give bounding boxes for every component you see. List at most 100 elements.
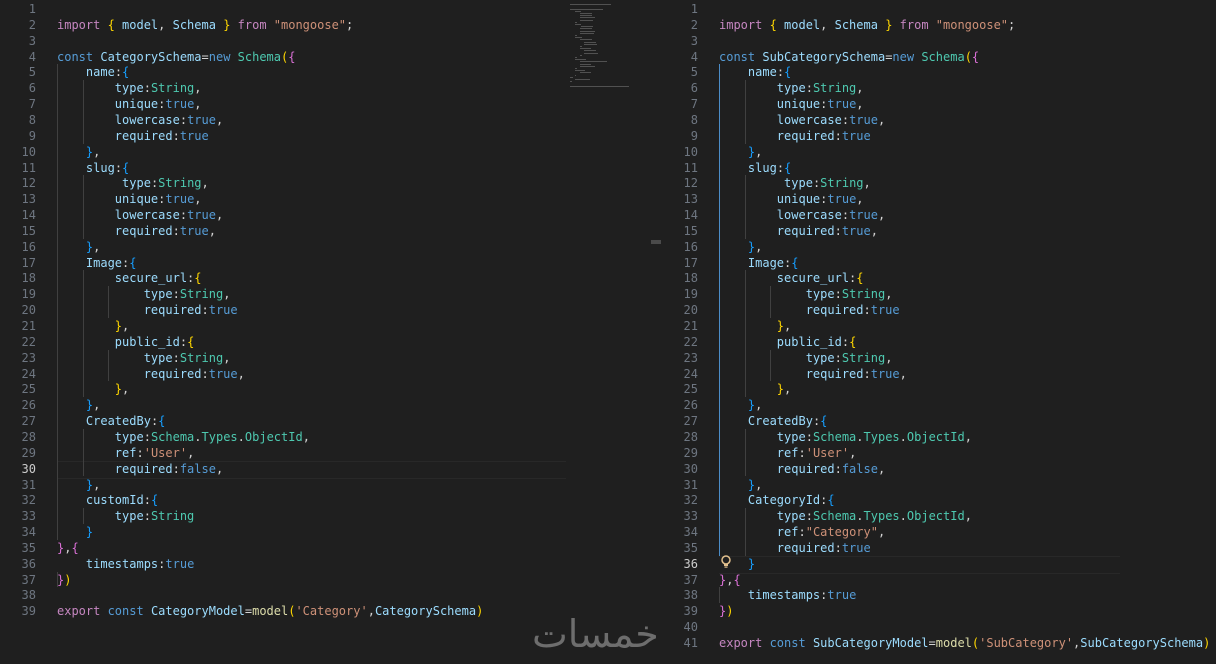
code-line[interactable]: 19 type:String,: [0, 286, 662, 302]
code-line[interactable]: 31 },: [0, 477, 662, 493]
code-line[interactable]: 6 type:String,: [0, 80, 662, 96]
code-line[interactable]: 18 secure_url:{: [0, 270, 662, 286]
code-line[interactable]: 33 type:String: [0, 508, 662, 524]
minimap[interactable]: [570, 2, 632, 94]
code-line[interactable]: 36 }: [662, 556, 1216, 572]
code-line[interactable]: 1: [662, 1, 1216, 17]
code-line[interactable]: 7 unique:true,: [0, 96, 662, 112]
code-line[interactable]: 21 },: [0, 318, 662, 334]
code-text: },: [719, 318, 791, 334]
code-line[interactable]: 28 type:Schema.Types.ObjectId,: [662, 429, 1216, 445]
code-line[interactable]: 2 import { model, Schema } from "mongoose…: [0, 17, 662, 33]
code-line[interactable]: 32 customId:{: [0, 492, 662, 508]
code-token: :: [179, 334, 188, 349]
minimap-line: [579, 32, 594, 34]
code-line[interactable]: 8 lowercase:true,: [0, 112, 662, 128]
code-line[interactable]: 40: [662, 619, 1216, 635]
code-text: },: [57, 144, 100, 160]
code-line[interactable]: 22 public_id:{: [0, 334, 662, 350]
code-line[interactable]: 15 required:true,: [0, 223, 662, 239]
code-line[interactable]: 15 required:true,: [662, 223, 1216, 239]
code-line[interactable]: 12 type:String,: [0, 175, 662, 191]
code-line[interactable]: 27 CreatedBy:{: [0, 413, 662, 429]
code-line[interactable]: 11 slug:{: [0, 160, 662, 176]
code-line[interactable]: 9 required:true: [0, 128, 662, 144]
code-line[interactable]: 26 },: [0, 397, 662, 413]
code-line[interactable]: 34 }: [0, 524, 662, 540]
code-token: {: [784, 160, 792, 175]
minimap-line: [574, 10, 581, 12]
code-line[interactable]: 25 },: [662, 381, 1216, 397]
code-line[interactable]: 4 const SubCategorySchema=new Schema({: [662, 49, 1216, 65]
code-line[interactable]: 23 type:String,: [662, 350, 1216, 366]
code-line[interactable]: 1: [0, 1, 662, 17]
code-line[interactable]: 18 secure_url:{: [662, 270, 1216, 286]
code-line[interactable]: 16 },: [0, 239, 662, 255]
code-line[interactable]: 31 },: [662, 477, 1216, 493]
code-line[interactable]: 14 lowercase:true,: [0, 207, 662, 223]
code-line[interactable]: 38: [0, 587, 662, 603]
right-editor-pane[interactable]: 1 2 import { model, Schema } from "mongoos…: [662, 0, 1216, 664]
code-line[interactable]: 26 },: [662, 397, 1216, 413]
code-line[interactable]: 27 CreatedBy:{: [662, 413, 1216, 429]
code-line[interactable]: 39}): [662, 603, 1216, 619]
code-line[interactable]: 33 type:Schema.Types.ObjectId,: [662, 508, 1216, 524]
code-line[interactable]: 3: [0, 33, 662, 49]
code-line[interactable]: 24 required:true,: [0, 366, 662, 382]
code-line[interactable]: 19 type:String,: [662, 286, 1216, 302]
code-token: :: [143, 81, 151, 96]
scrollbar-thumb[interactable]: [651, 240, 661, 244]
code-line[interactable]: 11 slug:{: [662, 160, 1216, 176]
line-number: 16: [21, 239, 36, 254]
code-line[interactable]: 6 type:String,: [662, 80, 1216, 96]
code-line[interactable]: 23 type:String,: [0, 350, 662, 366]
code-line[interactable]: 13 unique:true,: [0, 191, 662, 207]
code-line[interactable]: 38 timestamps:true: [662, 587, 1216, 603]
code-line[interactable]: 5 name:{: [662, 64, 1216, 80]
code-token: public_id: [114, 334, 180, 349]
code-line[interactable]: 21 },: [662, 318, 1216, 334]
code-line[interactable]: 30 required:false,: [662, 461, 1216, 477]
code-token: CategorySchema: [100, 49, 202, 64]
code-line[interactable]: 28 type:Schema.Types.ObjectId,: [0, 429, 662, 445]
code-token: required: [114, 223, 173, 238]
code-line[interactable]: 8 lowercase:true,: [662, 112, 1216, 128]
minimap-line: [584, 50, 597, 52]
code-line[interactable]: 32 CategoryId:{: [662, 492, 1216, 508]
code-line[interactable]: 7 unique:true,: [662, 96, 1216, 112]
lightbulb-icon[interactable]: [720, 555, 732, 569]
code-line[interactable]: 25 },: [0, 381, 662, 397]
left-editor-pane[interactable]: 1 2 import { model, Schema } from "mongoos…: [0, 0, 662, 664]
code-line[interactable]: 12 type:String,: [662, 175, 1216, 191]
code-line[interactable]: 16 },: [662, 239, 1216, 255]
code-line[interactable]: 34 ref:"Category",: [662, 524, 1216, 540]
code-line[interactable]: 17 Image:{: [662, 255, 1216, 271]
code-line[interactable]: 10 },: [0, 144, 662, 160]
code-line[interactable]: 17 Image:{: [0, 255, 662, 271]
code-line[interactable]: 2 import { model, Schema } from "mongoose…: [662, 17, 1216, 33]
code-line[interactable]: 29 ref:'User',: [0, 445, 662, 461]
code-line[interactable]: 20 required:true: [0, 302, 662, 318]
code-line[interactable]: 24 required:true,: [662, 366, 1216, 382]
code-line[interactable]: 37},{: [662, 572, 1216, 588]
code-line[interactable]: 36 timestamps:true: [0, 556, 662, 572]
code-line[interactable]: 41 export const SubCategoryModel=model('S…: [662, 635, 1216, 651]
line-number: 2: [690, 17, 698, 32]
code-line[interactable]: 22 public_id:{: [662, 334, 1216, 350]
code-line[interactable]: 37}): [0, 572, 662, 588]
code-line[interactable]: 20 required:true: [662, 302, 1216, 318]
code-line[interactable]: 5 name:{: [0, 64, 662, 80]
code-line[interactable]: 9 required:true: [662, 128, 1216, 144]
code-line[interactable]: 29 ref:'User',: [662, 445, 1216, 461]
code-line[interactable]: 35 required:true: [662, 540, 1216, 556]
line-number: 39: [21, 604, 36, 619]
code-line[interactable]: 3: [662, 33, 1216, 49]
code-line[interactable]: 14 lowercase:true,: [662, 207, 1216, 223]
code-line[interactable]: 4 const CategorySchema=new Schema({: [0, 49, 662, 65]
code-line[interactable]: 35},{: [0, 540, 662, 556]
code-line[interactable]: 10 },: [662, 144, 1216, 160]
code-line[interactable]: 13 unique:true,: [662, 191, 1216, 207]
code-line[interactable]: 30 required:false,: [0, 461, 662, 477]
